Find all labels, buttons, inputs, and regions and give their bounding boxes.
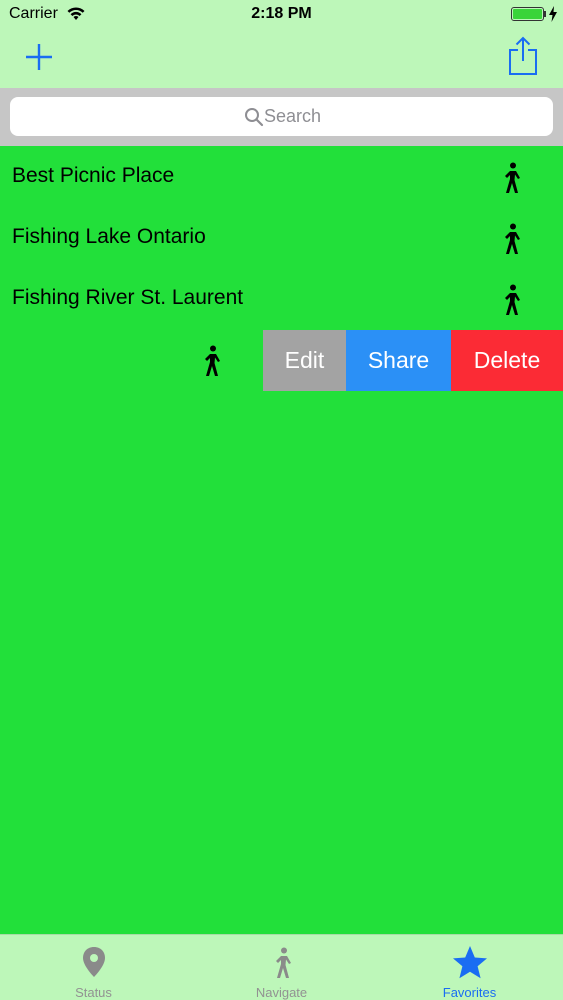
delete-button[interactable]: Delete: [451, 330, 563, 391]
walking-person-icon: [205, 345, 220, 376]
search-input[interactable]: [10, 97, 553, 136]
clock-time: 2:18 PM: [251, 5, 312, 22]
charging-bolt-icon: [549, 6, 557, 22]
navigation-bar: [0, 30, 563, 88]
walking-person-icon: [505, 162, 520, 193]
list-item-label: Best Picnic Place: [12, 164, 175, 187]
tab-bar: Status Navigate Favorites: [0, 934, 563, 1000]
tab-label: Navigate: [255, 985, 308, 1000]
list-item[interactable]: Best Picnic Place: [0, 147, 563, 208]
plus-icon[interactable]: [22, 40, 56, 74]
battery-icon: [511, 7, 544, 21]
edit-button[interactable]: Edit: [263, 330, 346, 391]
tab-favorites[interactable]: Favorites: [376, 935, 563, 1000]
share-icon[interactable]: [506, 36, 540, 76]
map-pin-icon: [82, 947, 105, 977]
tab-label: Status: [75, 985, 112, 1000]
tab-label: Favorites: [442, 985, 497, 1000]
swiped-list-item[interactable]: Edit Share Delete: [0, 330, 563, 391]
list-item[interactable]: Fishing Lake Ontario: [0, 208, 563, 269]
walking-person-icon: [275, 947, 291, 978]
walking-person-icon: [505, 223, 520, 254]
list-item-label: Fishing River St. Laurent: [12, 286, 244, 309]
list-item-label: Fishing Lake Ontario: [12, 225, 206, 248]
search-field-container: [10, 97, 553, 136]
star-icon: [452, 946, 487, 979]
share-button[interactable]: Share: [346, 330, 451, 391]
walking-person-icon: [505, 284, 520, 315]
battery-tip: [544, 11, 546, 17]
tab-status[interactable]: Status: [0, 935, 187, 1000]
tab-navigate[interactable]: Navigate: [188, 935, 375, 1000]
search-bar: [0, 88, 563, 146]
status-bar: Carrier 2:18 PM: [0, 0, 563, 30]
list-item[interactable]: Fishing River St. Laurent: [0, 269, 563, 330]
